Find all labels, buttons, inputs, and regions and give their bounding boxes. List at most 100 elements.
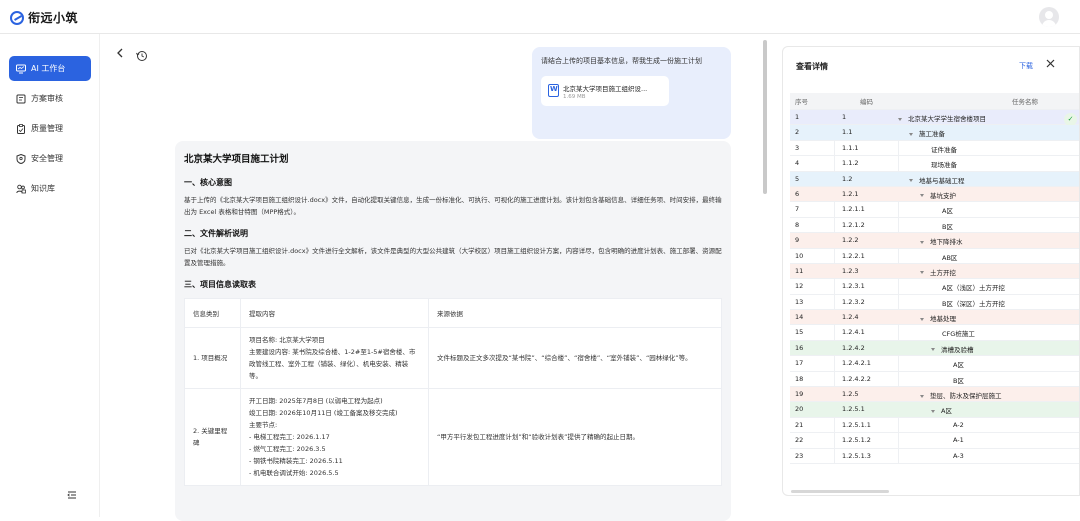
task-row[interactable]: 13 1.2.3.2 B区（深区）土方开挖 <box>790 295 1079 311</box>
task-row-number: 19 <box>795 390 804 399</box>
task-row-code: 1.2.3.1 <box>842 282 865 291</box>
task-row-code: 1.1 <box>842 128 853 137</box>
task-row-number: 13 <box>795 297 804 306</box>
task-row-code: 1.2.5.1.1 <box>842 420 871 429</box>
task-row-name: 地基处理 <box>930 315 956 324</box>
close-icon[interactable] <box>1046 59 1055 71</box>
task-row-code: 1.2.4.2 <box>842 343 865 352</box>
collapse-sidebar-icon[interactable] <box>67 485 77 499</box>
task-row-name-cell: B区 <box>942 221 953 231</box>
task-row[interactable]: 15 1.2.4.1 CFG桩施工 <box>790 325 1079 341</box>
expand-caret-icon[interactable] <box>920 240 924 244</box>
task-row[interactable]: 12 1.2.3.1 A区（浅区）土方开挖 <box>790 279 1079 295</box>
task-row[interactable]: 5 1.2 地基与基础工程 <box>790 171 1079 187</box>
expand-caret-icon[interactable] <box>909 132 913 136</box>
task-row[interactable]: 10 1.2.2.1 AB区 <box>790 249 1079 264</box>
task-row-name: AB区 <box>942 253 958 262</box>
task-row-name: 证件准备 <box>931 145 957 154</box>
attachment-card[interactable]: 北京某大学项目施工组织设... 1.69 MB <box>541 76 669 106</box>
task-row-code: 1.2.4 <box>842 313 859 322</box>
sidebar-item-knowledge-base[interactable]: 知识库 <box>9 176 91 201</box>
task-row[interactable]: 20 1.2.5.1 A区 <box>790 402 1079 418</box>
sidebar-item-safety[interactable]: 安全管理 <box>9 146 91 171</box>
table-cell-category: 2. 关键里程碑 <box>184 388 241 486</box>
task-row-name: B区（深区）土方开挖 <box>942 299 1005 308</box>
history-icon[interactable] <box>136 47 148 61</box>
task-row[interactable]: 16 1.2.4.2 清槽及验槽 <box>790 340 1079 357</box>
task-row-name-cell: A区 <box>942 205 953 215</box>
task-row-number: 15 <box>795 328 804 337</box>
task-row[interactable]: 6 1.2.1 基坑支护 <box>790 186 1079 203</box>
task-row-code: 1.2.2 <box>842 236 859 245</box>
section-text: 已对《北京某大学项目施工组织设计.docx》文件进行全文解析，该文件是典型的大型… <box>184 247 722 267</box>
task-row[interactable]: 21 1.2.5.1.1 A-2 <box>790 418 1079 434</box>
task-row-name: 地下降排水 <box>930 238 963 247</box>
app-logo[interactable]: 衔远小筑 <box>10 9 78 26</box>
task-row[interactable]: 23 1.2.5.1.3 A-3 <box>790 449 1079 464</box>
expand-caret-icon[interactable] <box>898 117 902 121</box>
task-row[interactable]: 18 1.2.4.2.2 B区 <box>790 372 1079 388</box>
logo-icon <box>10 10 24 25</box>
word-file-icon <box>548 84 559 97</box>
task-row-name: 施工准备 <box>919 130 945 139</box>
task-row-code: 1.2.5.1.2 <box>842 436 871 445</box>
clipboard-icon <box>16 123 26 134</box>
expand-caret-icon[interactable] <box>909 179 913 183</box>
task-row-name-cell: 现场准备 <box>931 159 957 169</box>
task-row[interactable]: 17 1.2.4.2.1 A区 <box>790 356 1079 372</box>
task-row-number: 23 <box>795 451 804 460</box>
details-panel: 查看详情 下载 序号 编码 任务名称 1 1 北京某大学学生宿舍楼项目 ✓ 2 1.1 施工… <box>782 46 1080 496</box>
expand-caret-icon[interactable] <box>920 194 924 198</box>
task-row[interactable]: 2 1.1 施工准备 <box>790 125 1079 141</box>
task-row[interactable]: 4 1.1.2 现场准备 <box>790 156 1079 172</box>
expand-caret-icon[interactable] <box>931 409 935 413</box>
task-row-name: A区（浅区）土方开挖 <box>942 284 1005 293</box>
back-icon[interactable] <box>116 47 124 61</box>
sidebar-item-plan-review[interactable]: 方案审核 <box>9 86 91 111</box>
task-row-number: 12 <box>795 282 804 291</box>
content-line: - 燃气工程完工: 2026.3.5 <box>249 445 326 453</box>
task-row-code: 1 <box>842 113 847 121</box>
task-row[interactable]: 22 1.2.5.1.2 A-1 <box>790 433 1079 449</box>
download-link[interactable]: 下载 <box>1019 61 1033 71</box>
attachment-name: 北京某大学项目施工组织设... <box>563 85 648 93</box>
grid-header: 序号 <box>795 98 808 106</box>
grid-header: 任务名称 <box>1012 98 1038 106</box>
task-row-name: A-3 <box>953 451 964 460</box>
task-row-name-cell: A-3 <box>953 452 964 460</box>
task-row[interactable]: 7 1.2.1.1 A区 <box>790 202 1079 218</box>
expand-caret-icon[interactable] <box>931 348 935 352</box>
task-row[interactable]: 1 1 北京某大学学生宿舍楼项目 ✓ <box>790 110 1079 126</box>
task-row[interactable]: 8 1.2.1.2 B区 <box>790 218 1079 234</box>
sidebar-item-label: 方案审核 <box>31 94 63 103</box>
task-row[interactable]: 9 1.2.2 地下降排水 <box>790 233 1079 249</box>
task-row-name-cell: A区 <box>953 359 964 369</box>
project-info-table: 信息类别 提取内容 来源依据 1. 项目概况 项目名称: 北京某大学项目 主要建… <box>184 298 722 486</box>
task-row[interactable]: 14 1.2.4 地基处理 <box>790 310 1079 326</box>
chat-scrollbar[interactable] <box>763 40 767 194</box>
task-row-code: 1.1.2 <box>842 159 859 168</box>
task-row[interactable]: 11 1.2.3 土方开挖 <box>790 263 1079 280</box>
table-row: 1. 项目概况 项目名称: 北京某大学项目 主要建设内容: 某书院及综合楼、1-… <box>184 327 722 389</box>
content-line: - 电梯工程完工: 2026.1.17 <box>249 433 330 441</box>
horizontal-scrollbar[interactable] <box>791 490 889 493</box>
task-row-number: 4 <box>795 159 800 168</box>
expand-caret-icon[interactable] <box>920 394 924 398</box>
task-row[interactable]: 19 1.2.5 垫层、防水及保护层施工 <box>790 387 1079 403</box>
user-avatar[interactable] <box>1039 7 1059 27</box>
task-row-name-cell: 证件准备 <box>931 144 957 154</box>
sidebar-item-ai-workbench[interactable]: AI 工作台 <box>9 56 91 81</box>
task-row-name: 北京某大学学生宿舍楼项目 <box>908 115 986 123</box>
expand-caret-icon[interactable] <box>920 271 924 275</box>
app-name: 衔远小筑 <box>28 11 79 25</box>
sidebar-item-quality[interactable]: 质量管理 <box>9 116 91 141</box>
task-row-name-cell: 垫层、防水及保护层施工 <box>920 390 1002 400</box>
task-row-code: 1.2.1.2 <box>842 220 865 229</box>
task-row-number: 14 <box>795 313 804 322</box>
sidebar-item-label: 质量管理 <box>31 124 63 133</box>
task-row-name-cell: 土方开挖 <box>920 267 956 277</box>
task-row-name-cell: 清槽及验槽 <box>931 344 974 354</box>
task-row[interactable]: 3 1.1.1 证件准备 <box>790 141 1079 157</box>
assistant-badge-icon[interactable]: ✓ <box>1064 113 1077 126</box>
expand-caret-icon[interactable] <box>920 317 924 321</box>
